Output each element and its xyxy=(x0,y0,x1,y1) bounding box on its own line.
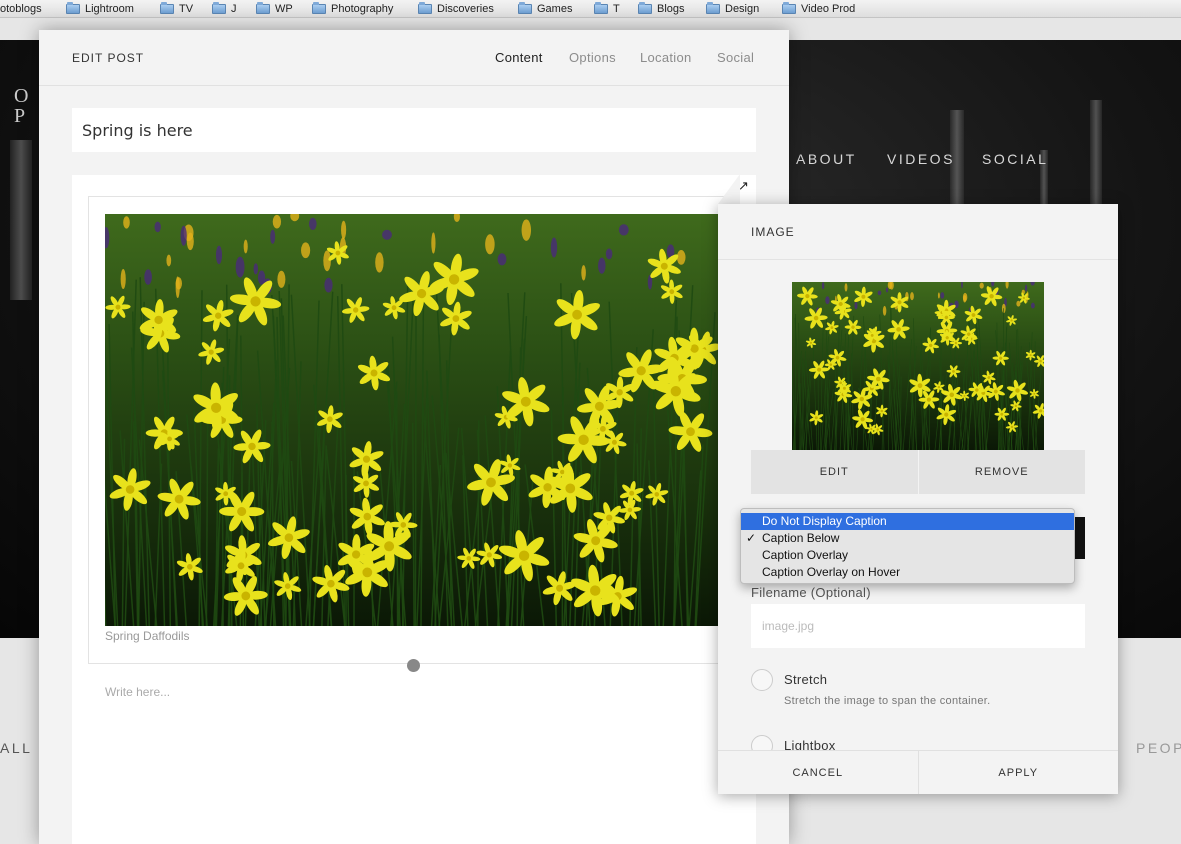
caption-option-label: Caption Overlay xyxy=(762,548,849,562)
folder-icon xyxy=(594,1,608,14)
bookmark-folder[interactable]: Video Prod xyxy=(782,1,856,15)
stretch-radio[interactable] xyxy=(751,669,773,691)
site-nav-social[interactable]: SOCIAL xyxy=(982,151,1048,167)
panel-pointer xyxy=(718,174,740,204)
bookmark-folder[interactable]: Blogs xyxy=(638,1,685,15)
site-filter-all[interactable]: ALL xyxy=(0,740,32,756)
cancel-button[interactable]: CANCEL xyxy=(718,751,918,794)
caption-option-label: Do Not Display Caption xyxy=(762,514,887,528)
bookmark-label: T xyxy=(613,2,620,15)
caption-dropdown-menu: Do Not Display Caption ✓ Caption Below Ca… xyxy=(740,508,1075,584)
site-filter-people[interactable]: PEOP xyxy=(1136,740,1181,756)
body-placeholder[interactable]: Write here... xyxy=(105,685,170,699)
filename-label: Filename (Optional) xyxy=(751,585,871,600)
folder-icon xyxy=(256,1,270,14)
caption-option-label: Caption Overlay on Hover xyxy=(762,565,901,579)
edit-post-panel: EDIT POST Content Options Location Socia… xyxy=(39,30,789,844)
bookmark-folder[interactable]: WP xyxy=(256,1,293,15)
bookmark-item[interactable]: otoblogs xyxy=(0,2,42,15)
bookmarks-bar: otoblogs Lightroom TV J WP Photography D… xyxy=(0,0,1181,18)
bookmark-folder[interactable]: Lightroom xyxy=(66,1,134,15)
bookmark-folder[interactable]: Discoveries xyxy=(418,1,494,15)
lightbox-option[interactable]: Lightbox xyxy=(751,735,951,750)
image-panel-header: IMAGE xyxy=(718,204,1118,260)
bookmark-label: Lightroom xyxy=(85,2,134,15)
bookmark-label: Games xyxy=(537,2,573,15)
folder-icon xyxy=(518,1,532,14)
tab-content[interactable]: Content xyxy=(495,50,543,65)
bookmark-folder[interactable]: J xyxy=(212,1,237,15)
edit-image-button[interactable]: EDIT xyxy=(751,450,918,494)
remove-image-button[interactable]: REMOVE xyxy=(917,450,1085,494)
folder-icon xyxy=(782,1,796,14)
folder-icon xyxy=(638,1,652,14)
image-panel-title: IMAGE xyxy=(751,225,795,239)
bookmark-label: Discoveries xyxy=(437,2,494,15)
folder-icon xyxy=(160,1,174,14)
site-logo: OP xyxy=(14,85,30,127)
folder-icon xyxy=(312,1,326,14)
caption-option[interactable]: Do Not Display Caption xyxy=(741,513,1074,530)
apply-button[interactable]: APPLY xyxy=(917,751,1119,794)
folder-icon xyxy=(706,1,720,14)
bookmark-label: Video Prod xyxy=(801,2,856,15)
lightbox-radio[interactable] xyxy=(751,735,773,750)
image-settings-panel: IMAGE EDIT REMOVE Filename (Optional) St… xyxy=(718,204,1118,794)
bookmark-folder[interactable]: Design xyxy=(706,1,760,15)
bookmark-folder[interactable]: T xyxy=(594,1,620,15)
tab-social[interactable]: Social xyxy=(717,50,754,65)
caption-option[interactable]: Caption Overlay on Hover xyxy=(741,564,1074,581)
bookmark-label: Blogs xyxy=(657,2,685,15)
image-block[interactable]: Spring Daffodils xyxy=(88,196,724,664)
bookmark-folder[interactable]: Photography xyxy=(312,1,394,15)
folder-icon xyxy=(418,1,432,14)
post-title-input[interactable] xyxy=(72,108,756,152)
image-caption[interactable]: Spring Daffodils xyxy=(105,629,190,643)
lightbox-label: Lightbox xyxy=(784,738,836,750)
folder-icon xyxy=(212,1,226,14)
image-panel-footer: CANCEL APPLY xyxy=(718,750,1118,794)
panel-title: EDIT POST xyxy=(72,51,145,65)
checkmark-icon: ✓ xyxy=(746,531,757,545)
image-thumbnail xyxy=(792,282,1044,450)
filename-input[interactable] xyxy=(751,604,1085,648)
block-resize-handle[interactable] xyxy=(407,659,420,672)
post-image[interactable] xyxy=(105,214,718,626)
caption-option[interactable]: Caption Overlay xyxy=(741,547,1074,564)
bookmark-label: Photography xyxy=(331,2,394,15)
folder-icon xyxy=(66,1,80,14)
stretch-label: Stretch xyxy=(784,672,828,687)
post-body-editor[interactable]: Spring Daffodils Write here... xyxy=(72,175,756,844)
bookmark-folder[interactable]: TV xyxy=(160,1,194,15)
bookmark-label: TV xyxy=(179,2,194,15)
bookmark-label: Design xyxy=(725,2,760,15)
caption-option[interactable]: ✓ Caption Below xyxy=(741,530,1074,547)
bookmark-label: otoblogs xyxy=(0,2,42,15)
bookmark-label: J xyxy=(231,2,237,15)
editor-header: EDIT POST Content Options Location Socia… xyxy=(39,30,789,86)
tab-options[interactable]: Options xyxy=(569,50,616,65)
site-nav-videos[interactable]: VIDEOS xyxy=(887,151,955,167)
stretch-description: Stretch the image to span the container. xyxy=(784,695,991,707)
tab-location[interactable]: Location xyxy=(640,50,692,65)
bookmark-folder[interactable]: Games xyxy=(518,1,573,15)
thumbnail-actions: EDIT REMOVE xyxy=(751,450,1085,494)
caption-option-label: Caption Below xyxy=(762,531,840,545)
site-nav-about[interactable]: ABOUT xyxy=(796,151,857,167)
bookmark-label: WP xyxy=(275,2,293,15)
